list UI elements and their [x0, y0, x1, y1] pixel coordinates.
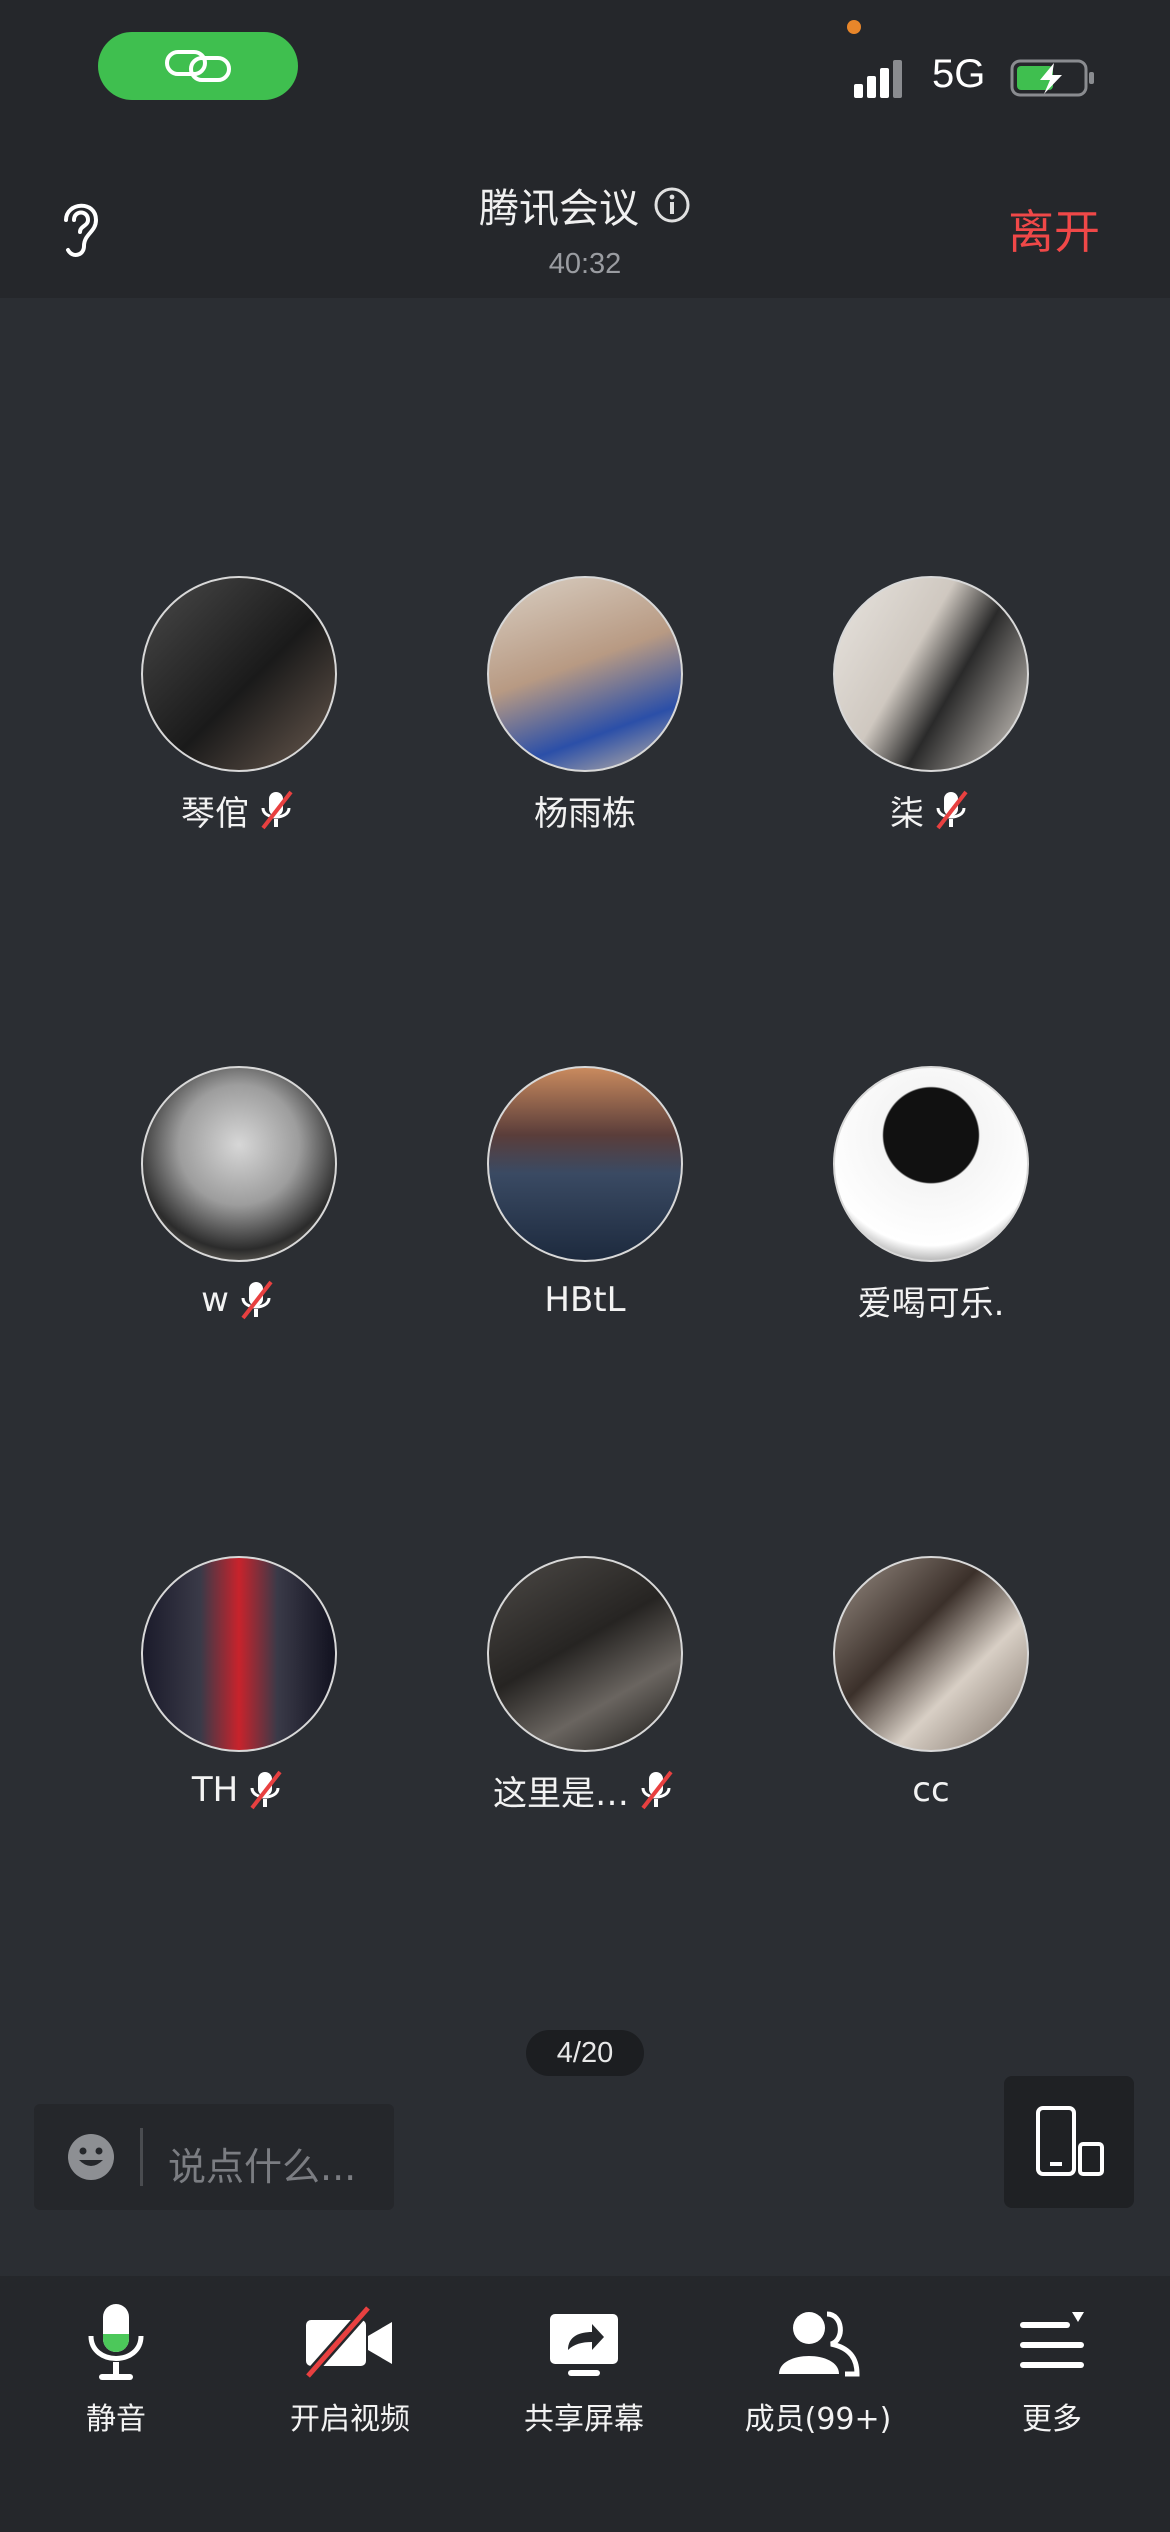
- microphone-icon: [88, 2304, 144, 2380]
- participant-avatar: [833, 1556, 1029, 1752]
- members-button[interactable]: 成员(99+): [718, 2276, 918, 2438]
- participant-avatar: [487, 1066, 683, 1262]
- cellular-signal-icon: [854, 60, 902, 98]
- participant-avatar: [833, 1066, 1029, 1262]
- participant-tile[interactable]: 琴倌: [89, 576, 389, 834]
- mute-label: 静音: [86, 2402, 146, 2437]
- meeting-duration: 40:32: [548, 248, 622, 280]
- participant-tile[interactable]: HBtL: [435, 1066, 735, 1322]
- participant-name: 琴倌: [181, 793, 249, 834]
- participant-tile[interactable]: cc: [781, 1556, 1081, 1812]
- chat-placeholder: 说点什么...: [168, 2145, 357, 2189]
- mic-muted-icon: [250, 1770, 282, 1810]
- network-type: 5G: [932, 52, 986, 96]
- participant-tile[interactable]: 柒: [781, 576, 1081, 834]
- members-icon: [779, 2311, 860, 2377]
- share-screen-icon: [550, 2314, 618, 2376]
- participant-avatar: [141, 1066, 337, 1262]
- meeting-link-pill[interactable]: [98, 32, 298, 100]
- ear-speaker-icon[interactable]: [52, 190, 106, 262]
- participant-grid: 琴倌 杨雨栋 柒 w HBtL 爱喝可乐. TH 这里是… cc: [0, 298, 1170, 1998]
- participant-name: 爱喝可乐.: [857, 1283, 1005, 1324]
- link-icon: [165, 50, 231, 82]
- start-video-button[interactable]: 开启视频: [250, 2276, 450, 2438]
- participant-tile[interactable]: 杨雨栋: [435, 576, 735, 834]
- members-label: 成员(99+): [744, 2402, 892, 2437]
- participant-tile[interactable]: 这里是…: [435, 1556, 735, 1814]
- participant-tile[interactable]: 爱喝可乐.: [781, 1066, 1081, 1324]
- privacy-indicator-dot: [847, 20, 861, 34]
- video-off-icon: [304, 2304, 392, 2380]
- mic-muted-icon: [241, 1280, 273, 1320]
- mute-button[interactable]: 静音: [16, 2276, 216, 2438]
- participant-avatar: [141, 576, 337, 772]
- meeting-toolbar: 静音 开启视频 共享屏幕 成员(99+) 更多: [0, 2276, 1170, 2532]
- more-button[interactable]: 更多: [952, 2276, 1152, 2438]
- share-screen-button[interactable]: 共享屏幕: [484, 2276, 684, 2438]
- info-icon[interactable]: [653, 186, 691, 224]
- meeting-title-block: 腾讯会议 40:32: [385, 176, 785, 281]
- page-indicator: 4/20: [526, 2030, 644, 2076]
- emoji-icon[interactable]: [66, 2132, 116, 2182]
- participant-name: cc: [912, 1770, 950, 1810]
- battery-charging-icon: [1010, 59, 1094, 97]
- participant-avatar: [833, 576, 1029, 772]
- participant-name: HBtL: [544, 1280, 626, 1320]
- participant-name: w: [201, 1280, 229, 1320]
- more-label: 更多: [1022, 2402, 1082, 2437]
- start-video-label: 开启视频: [290, 2402, 410, 2437]
- mic-muted-icon: [936, 790, 968, 830]
- participant-tile[interactable]: TH: [89, 1556, 389, 1812]
- rotate-screen-button[interactable]: [1004, 2076, 1134, 2208]
- mic-muted-icon: [261, 790, 293, 830]
- participant-name: 杨雨栋: [534, 793, 636, 834]
- participant-avatar: [487, 576, 683, 772]
- participant-avatar: [487, 1556, 683, 1752]
- mic-muted-icon: [641, 1770, 673, 1810]
- chat-input[interactable]: 说点什么...: [34, 2104, 394, 2210]
- participant-name: 这里是…: [493, 1773, 629, 1814]
- rotate-screen-icon: [1036, 2106, 1104, 2176]
- participant-tile[interactable]: w: [89, 1066, 389, 1322]
- participant-avatar: [141, 1556, 337, 1752]
- participant-name: 柒: [890, 793, 924, 834]
- chat-divider: [140, 2128, 143, 2186]
- participant-name: TH: [191, 1770, 239, 1810]
- meeting-title: 腾讯会议: [479, 186, 639, 232]
- more-menu-icon: [1020, 2312, 1084, 2368]
- leave-button[interactable]: 离开: [1008, 196, 1100, 262]
- share-screen-label: 共享屏幕: [524, 2402, 644, 2437]
